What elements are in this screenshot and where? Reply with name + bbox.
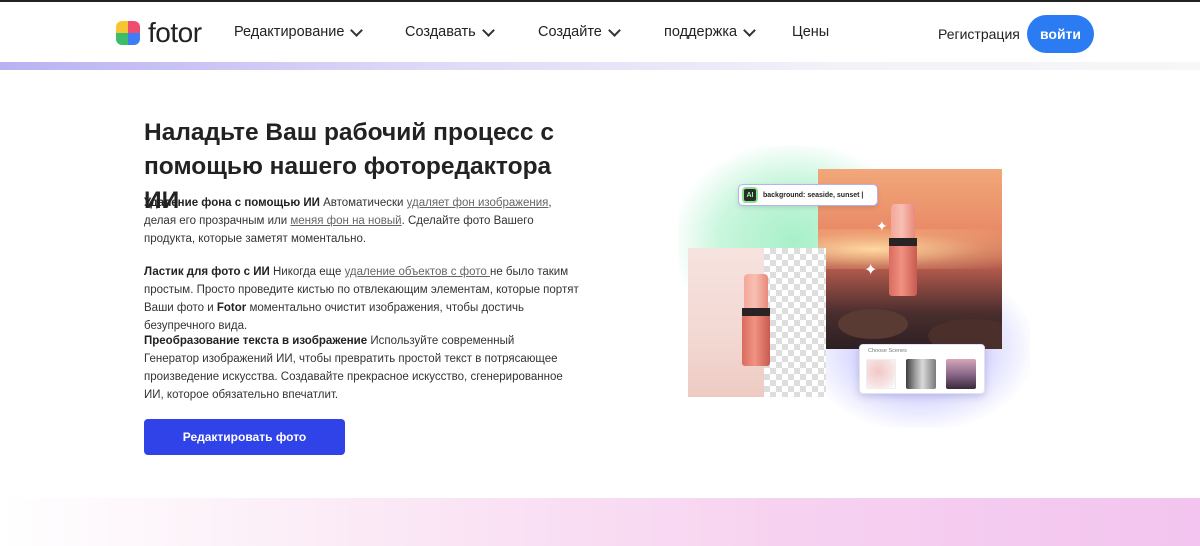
chevron-down-icon (608, 23, 621, 37)
transparent-background (764, 248, 826, 397)
login-button[interactable]: войти (1027, 15, 1094, 53)
nav-item-editing[interactable]: Редактирование (234, 23, 364, 40)
ai-prompt-pill: AI background: seaside, sunset | (738, 184, 878, 206)
feature-eraser: Ластик для фото с ИИ Никогда еще удалени… (144, 263, 584, 335)
feature-text: Никогда еще (269, 266, 345, 278)
hero-content: Наладьте Ваш рабочий процесс с помощью н… (144, 116, 584, 455)
nav-label: Создавать (405, 24, 476, 40)
nav-label: Создайте (538, 24, 602, 40)
nav-label: Редактирование (234, 24, 345, 40)
chevron-down-icon (743, 23, 756, 37)
nav-item-pricing[interactable]: Цены (792, 24, 829, 40)
scene-thumbnail (906, 359, 936, 389)
scene-thumbnail (866, 359, 896, 389)
nav-label: поддержка (664, 24, 738, 40)
feature-title: Преобразование текста в изображение (144, 335, 368, 347)
register-link[interactable]: Регистрация (938, 26, 1020, 42)
lipstick-bottle (889, 204, 917, 296)
logo-text: fotor (148, 17, 202, 48)
fotor-logo-icon (116, 21, 140, 45)
fotor-brand-text: Fotor (216, 302, 247, 314)
feature-text-to-image: Преобразование текста в изображение Испо… (144, 332, 564, 404)
feature-bg-removal: Удаление фона с помощью ИИ Автоматически… (144, 194, 584, 248)
feature-title: Ластик для фото с ИИ (144, 266, 270, 278)
next-section-gradient (0, 498, 1200, 546)
choose-scenes-card: Choose Scenes (859, 344, 985, 394)
remove-bg-link[interactable]: удаляет фон изображения (407, 197, 549, 209)
change-bg-link[interactable]: меняя фон на новый (290, 215, 401, 227)
sparkle-icon: ✦ (864, 262, 878, 279)
site-header: fotor Редактирование Создавать Создайте … (0, 2, 1200, 64)
nav-item-make[interactable]: Создайте (538, 23, 621, 40)
object-removal-link[interactable]: удаление объектов с фото (345, 266, 490, 278)
fotor-logo[interactable]: fotor (116, 17, 202, 48)
nav-item-support[interactable]: поддержка (664, 23, 756, 40)
header-gradient-strip (0, 62, 1200, 70)
nav-item-create[interactable]: Создавать (405, 23, 495, 40)
scene-thumbnail (946, 359, 976, 389)
hero-illustration: ✦ ✦ AI background: seaside, sunset | Cho… (660, 138, 1040, 428)
scenes-title: Choose Scenes (868, 348, 907, 354)
feature-title: Удаление фона с помощью ИИ (144, 197, 320, 209)
rock (838, 309, 908, 339)
edit-photo-button[interactable]: Редактировать фото (144, 419, 345, 455)
chevron-down-icon (350, 23, 364, 37)
nav-label: Цены (792, 24, 830, 40)
lipstick-bottle (742, 274, 770, 366)
prompt-text: background: seaside, sunset | (763, 191, 864, 199)
ai-icon: AI (742, 187, 758, 203)
feature-text: Автоматически (319, 197, 407, 209)
chevron-down-icon (481, 23, 495, 37)
sparkle-icon: ✦ (876, 218, 888, 234)
